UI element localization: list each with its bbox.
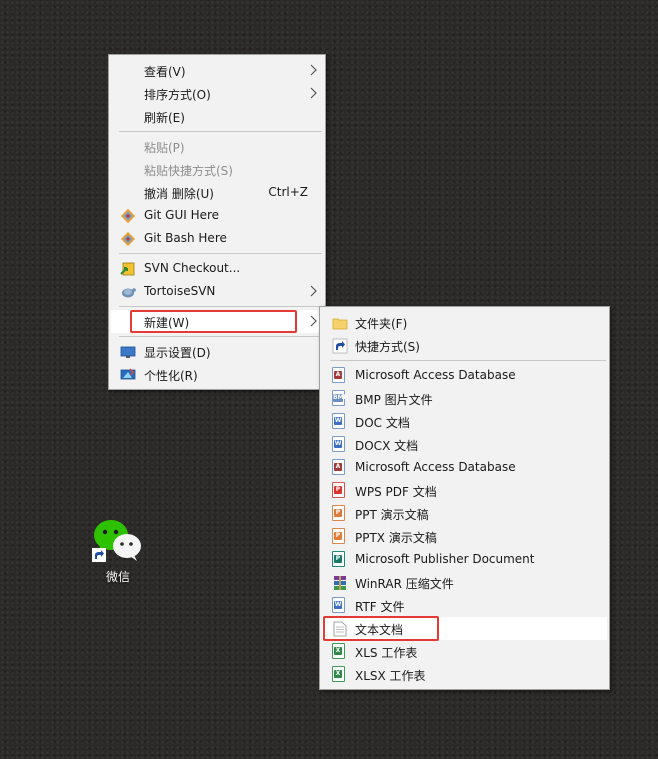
menu-item-display-settings[interactable]: 显示设置(D)	[111, 340, 323, 363]
menu-item-paste-label: 粘贴(P)	[144, 141, 185, 155]
menu-item-svn-checkout[interactable]: SVN Checkout...	[111, 257, 323, 280]
access-file-icon: A	[332, 367, 345, 383]
folder-icon	[332, 318, 348, 330]
new-item-label: BMP 图片文件	[355, 393, 433, 407]
new-item-label: Microsoft Access Database	[355, 460, 516, 474]
new-item-xls[interactable]: X XLS 工作表	[322, 640, 607, 663]
publisher-file-icon: P	[332, 551, 345, 567]
menu-item-new-label: 新建(W)	[144, 316, 190, 330]
menu-item-tortoise-svn-label: TortoiseSVN	[144, 284, 216, 298]
tortoise-svn-icon	[122, 288, 136, 298]
new-item-label: 文件夹(F)	[355, 317, 408, 331]
new-item-access-database[interactable]: A Microsoft Access Database	[322, 364, 607, 387]
new-item-doc[interactable]: W DOC 文档	[322, 410, 607, 433]
new-item-label: PPTX 演示文稿	[355, 531, 437, 545]
chevron-right-icon	[310, 87, 317, 99]
rtf-file-icon: W	[332, 597, 345, 613]
menu-item-paste-shortcut-label: 粘贴快捷方式(S)	[144, 164, 233, 178]
new-item-label: DOCX 文档	[355, 439, 419, 453]
menu-item-undo-delete[interactable]: 撤消 删除(U) Ctrl+Z	[111, 181, 323, 204]
new-item-xlsx[interactable]: X XLSX 工作表	[322, 663, 607, 686]
ppt-file-icon: P	[332, 505, 345, 521]
chevron-right-icon	[310, 315, 317, 327]
new-item-publisher[interactable]: P Microsoft Publisher Document	[322, 548, 607, 571]
new-item-label: XLS 工作表	[355, 646, 418, 660]
wechat-desktop-icon[interactable]: 微信	[88, 518, 148, 588]
menu-item-refresh-label: 刷新(E)	[144, 111, 185, 125]
new-item-label: Microsoft Publisher Document	[355, 552, 535, 566]
text-file-icon	[333, 621, 347, 637]
shortcut-icon	[332, 338, 348, 354]
menu-item-svn-checkout-label: SVN Checkout...	[144, 261, 241, 275]
menu-item-view-label: 查看(V)	[144, 65, 186, 79]
menu-item-personalize-label: 个性化(R)	[144, 369, 198, 383]
winrar-archive-icon	[334, 576, 346, 590]
menu-item-sort[interactable]: 排序方式(O)	[111, 82, 323, 105]
new-item-docx[interactable]: W DOCX 文档	[322, 433, 607, 456]
new-item-ppt[interactable]: P PPT 演示文稿	[322, 502, 607, 525]
new-item-rtf[interactable]: W RTF 文件	[322, 594, 607, 617]
menu-separator	[119, 253, 322, 254]
menu-item-display-settings-label: 显示设置(D)	[144, 346, 211, 360]
menu-item-paste[interactable]: 粘贴(P)	[111, 135, 323, 158]
pdf-file-icon: P	[332, 482, 345, 498]
new-item-text-document[interactable]: 文本文档	[322, 617, 607, 640]
new-item-shortcut[interactable]: 快捷方式(S)	[322, 334, 607, 357]
menu-separator	[119, 131, 322, 132]
svn-checkout-icon	[120, 262, 135, 276]
new-item-access-database-2[interactable]: A Microsoft Access Database	[322, 456, 607, 479]
new-item-wps-pdf[interactable]: P WPS PDF 文档	[322, 479, 607, 502]
menu-separator	[330, 360, 606, 361]
xls-file-icon: X	[332, 643, 345, 659]
menu-item-sort-label: 排序方式(O)	[144, 88, 211, 102]
new-item-label: PPT 演示文稿	[355, 508, 429, 522]
chevron-right-icon	[310, 285, 317, 297]
new-item-label: RTF 文件	[355, 600, 405, 614]
shortcut-arrow-icon	[92, 548, 106, 562]
new-item-label: Microsoft Access Database	[355, 368, 516, 382]
menu-item-undo-label: 撤消 删除(U)	[144, 187, 214, 201]
new-item-bmp[interactable]: BMP BMP 图片文件	[322, 387, 607, 410]
xlsx-file-icon: X	[332, 666, 345, 682]
wechat-label: 微信	[105, 570, 130, 584]
new-item-label: DOC 文档	[355, 416, 410, 430]
new-item-label: 快捷方式(S)	[355, 340, 420, 354]
menu-item-new[interactable]: 新建(W)	[111, 310, 323, 333]
git-icon	[120, 208, 136, 224]
git-icon	[120, 231, 136, 247]
menu-item-view[interactable]: 查看(V)	[111, 59, 323, 82]
menu-item-git-bash[interactable]: Git Bash Here	[111, 227, 323, 250]
menu-item-tortoise-svn[interactable]: TortoiseSVN	[111, 280, 323, 303]
personalize-icon	[120, 368, 136, 380]
new-item-pptx[interactable]: P PPTX 演示文稿	[322, 525, 607, 548]
new-item-label: WinRAR 压缩文件	[355, 577, 454, 591]
docx-file-icon: W	[332, 436, 345, 452]
new-item-folder[interactable]: 文件夹(F)	[322, 311, 607, 334]
menu-item-refresh[interactable]: 刷新(E)	[111, 105, 323, 128]
access-file-icon: A	[332, 459, 345, 475]
menu-separator	[119, 306, 322, 307]
new-item-label: XLSX 工作表	[355, 669, 426, 683]
new-item-winrar[interactable]: WinRAR 压缩文件	[322, 571, 607, 594]
menu-item-git-gui-label: Git GUI Here	[144, 208, 220, 222]
display-monitor-icon	[120, 346, 136, 358]
doc-file-icon: W	[332, 413, 345, 429]
menu-separator	[119, 336, 322, 337]
undo-shortcut-key: Ctrl+Z	[268, 185, 308, 199]
menu-item-git-gui[interactable]: Git GUI Here	[111, 204, 323, 227]
new-item-label: 文本文档	[355, 623, 404, 637]
chevron-right-icon	[310, 64, 317, 76]
menu-item-personalize[interactable]: 个性化(R)	[111, 363, 323, 386]
menu-item-git-bash-label: Git Bash Here	[144, 231, 227, 245]
pptx-file-icon: P	[332, 528, 345, 544]
desktop-context-menu: 查看(V) 排序方式(O) 刷新(E) 粘贴(P) 粘贴快捷方式(S) 撤消 删…	[108, 54, 326, 390]
new-item-label: WPS PDF 文档	[355, 485, 437, 499]
new-submenu: 文件夹(F) 快捷方式(S) A Microsoft Access Databa…	[319, 306, 610, 690]
bmp-file-icon: BMP	[332, 390, 348, 406]
menu-item-paste-shortcut[interactable]: 粘贴快捷方式(S)	[111, 158, 323, 181]
